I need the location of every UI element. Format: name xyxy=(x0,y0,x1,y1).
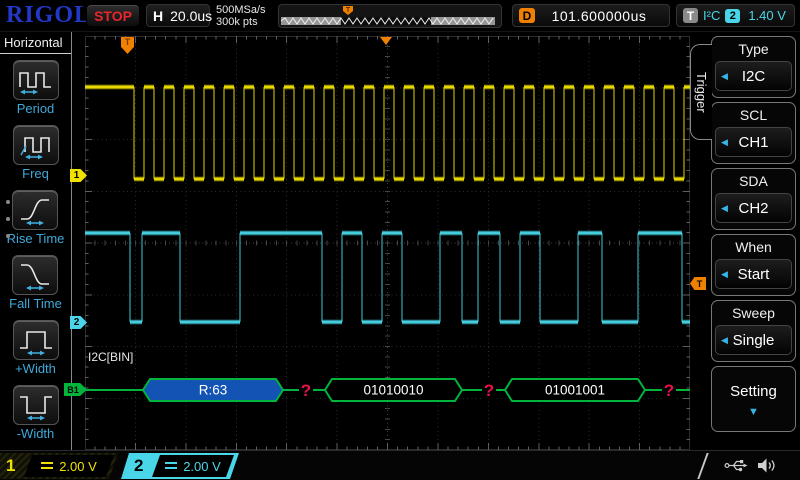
h-scale-value: 20.0us xyxy=(170,7,213,24)
trigger-menu: Type ◀ I2C SCL ◀ CH1 SDA ◀ CH2 When ◀ Start … xyxy=(711,36,796,450)
freq-icon xyxy=(12,125,59,165)
svg-text:T: T xyxy=(346,7,351,14)
chevron-left-icon: ◀ xyxy=(721,334,728,345)
waveform-graphic: R:63? 01010010? 01001001? xyxy=(85,36,690,450)
menu-item-value: CH2 xyxy=(738,199,769,217)
measure-item-label: Fall Time xyxy=(9,296,62,311)
channel1-status[interactable]: 1 2.00 V xyxy=(0,453,118,479)
measure-item-neg-width[interactable]: -Width xyxy=(12,385,59,441)
trigger-menu-item-scl[interactable]: SCL ◀ CH1 xyxy=(711,102,796,164)
decode-frame-text: R:63 xyxy=(199,383,228,398)
trigger-menu-item-sweep[interactable]: Sweep ◀ Single xyxy=(711,300,796,362)
measure-item-period[interactable]: Period xyxy=(12,60,59,116)
measure-item-rise-time[interactable]: Rise Time xyxy=(6,190,65,246)
i2c-decode-bus: R:63? 01010010? 01001001? xyxy=(85,378,690,402)
chevron-left-icon: ◀ xyxy=(721,70,728,81)
trigger-menu-item-setting[interactable]: Setting ▼ xyxy=(711,366,796,432)
chevron-left-icon: ◀ xyxy=(721,268,728,279)
decode-frame-text: 01010010 xyxy=(363,383,423,398)
menu-item-label: Setting xyxy=(730,382,777,400)
menu-item-label: When xyxy=(735,239,772,255)
h-badge: H xyxy=(153,7,164,24)
chevron-down-icon: ▼ xyxy=(748,405,759,418)
trigger-readout[interactable]: T I²C 2 1.40 V xyxy=(676,4,795,27)
rise-time-icon xyxy=(12,190,59,230)
dc-coupling-icon xyxy=(165,462,177,471)
neg-width-icon xyxy=(12,385,59,425)
memory-depth: 300k pts xyxy=(216,16,258,28)
measure-item-freq[interactable]: Freq xyxy=(12,125,59,181)
channel1-scale: 2.00 V xyxy=(59,458,97,474)
menu-item-value: Start xyxy=(737,265,770,283)
chevron-left-icon: ◀ xyxy=(721,202,728,213)
waveform-overview[interactable]: T xyxy=(278,4,502,28)
fall-time-icon xyxy=(12,255,59,295)
menu-item-label: Sweep xyxy=(732,305,775,321)
top-bar: RIGOL STOP H 20.0us 500MSa/s 300k pts T … xyxy=(0,0,800,32)
waveform-overview-graphic: T xyxy=(280,6,495,25)
channel2-scale: 2.00 V xyxy=(183,458,221,474)
acquisition-readout: 500MSa/s 300k pts xyxy=(216,4,266,28)
measure-item-pos-width[interactable]: +Width xyxy=(12,320,59,376)
trigger-level-value: 1.40 V xyxy=(748,8,786,23)
delay-readout[interactable]: D 101.600000us xyxy=(512,4,670,27)
beeper-icon xyxy=(758,458,775,473)
horizontal-scale-readout[interactable]: H 20.0us xyxy=(146,4,213,27)
pos-width-icon xyxy=(12,320,59,360)
measure-menu-title: Horizontal xyxy=(0,32,71,54)
menu-item-label: SDA xyxy=(739,173,768,189)
decode-bus-label: I2C[BIN] xyxy=(88,350,134,364)
channel1-badge: 1 xyxy=(6,456,16,475)
measure-item-label: +Width xyxy=(15,361,56,376)
trigger-source-badge: 2 xyxy=(725,8,741,23)
trigger-level-marker[interactable]: T xyxy=(690,277,706,290)
measure-menu: Horizontal Period Freq Rise Time Fall Ti… xyxy=(0,32,72,450)
waveform-display: R:63? 01010010? 01001001? xyxy=(85,36,690,450)
menu-item-value: I2C xyxy=(741,67,766,85)
decode-error-mark: ? xyxy=(664,381,674,400)
trigger-menu-tab: Trigger xyxy=(690,44,712,140)
menu-item-label: SCL xyxy=(739,107,768,123)
decode-error-mark: ? xyxy=(484,381,494,400)
dc-coupling-icon xyxy=(41,462,53,471)
trigger-type-readout: I²C xyxy=(703,8,721,23)
t-badge: T xyxy=(683,8,698,23)
usb-icon xyxy=(724,460,748,472)
channel2-badge: 2 xyxy=(134,456,144,475)
message-area-divider xyxy=(697,453,717,479)
period-icon xyxy=(12,60,59,100)
delay-value: 101.600000us xyxy=(551,7,647,24)
sample-rate: 500MSa/s xyxy=(216,4,266,16)
run-stop-button[interactable]: STOP xyxy=(86,4,140,27)
measure-item-fall-time[interactable]: Fall Time xyxy=(9,255,62,311)
measure-item-label: Rise Time xyxy=(6,231,65,246)
menu-item-label: Type xyxy=(738,41,769,57)
chevron-left-icon: ◀ xyxy=(721,136,728,147)
menu-page-indicator xyxy=(6,200,10,251)
menu-item-value: Single xyxy=(732,331,775,349)
d-badge: D xyxy=(519,8,535,23)
trigger-menu-item-type[interactable]: Type ◀ I2C xyxy=(711,36,796,98)
measure-item-label: Period xyxy=(16,101,55,116)
decode-bus-marker[interactable]: B1 xyxy=(64,383,87,396)
menu-item-value: CH1 xyxy=(738,133,769,151)
trigger-menu-item-when[interactable]: When ◀ Start xyxy=(711,234,796,296)
measure-item-label: Freq xyxy=(22,166,49,181)
status-bar: 1 2.00 V 2 2.00 V xyxy=(0,450,800,480)
decode-error-mark: ? xyxy=(301,381,311,400)
oscilloscope-screen: RIGOL STOP H 20.0us 500MSa/s 300k pts T … xyxy=(0,0,800,480)
trigger-menu-item-sda[interactable]: SDA ◀ CH2 xyxy=(711,168,796,230)
measure-item-label: -Width xyxy=(16,426,55,441)
decode-frame-text: 01001001 xyxy=(545,383,605,398)
brand-logo: RIGOL xyxy=(6,2,92,28)
channel2-status[interactable]: 2 2.00 V xyxy=(121,453,239,479)
